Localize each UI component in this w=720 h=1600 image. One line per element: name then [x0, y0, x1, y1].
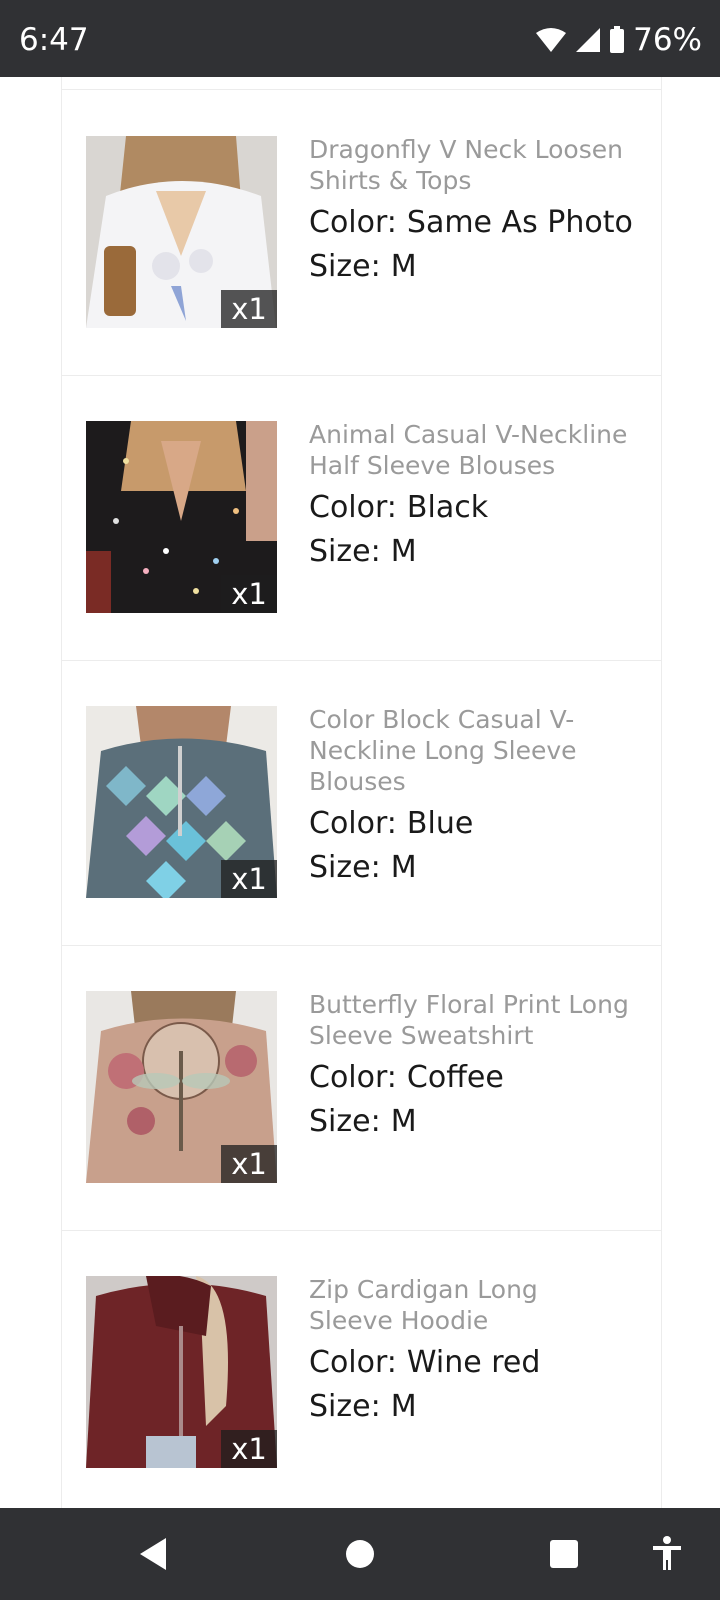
size-value: M — [390, 1389, 417, 1424]
color-row: Color: Coffee — [309, 1061, 629, 1095]
quantity-badge: x1 — [221, 860, 277, 898]
list-item[interactable]: x1 Butterfly Floral Print Long Sleeve Sw… — [62, 945, 661, 1231]
color-label: Color: — [309, 205, 397, 240]
size-row: Size: M — [309, 250, 629, 284]
accessibility-icon — [653, 1536, 681, 1570]
size-label: Size: — [309, 1389, 381, 1424]
recents-button[interactable] — [529, 1508, 599, 1600]
item-info: Animal Casual V-Neckline Half Sleeve Blo… — [309, 419, 629, 569]
size-label: Size: — [309, 249, 381, 284]
product-image[interactable]: x1 — [86, 991, 277, 1183]
product-image[interactable]: x1 — [86, 421, 277, 613]
color-row: Color: Blue — [309, 807, 629, 841]
size-row: Size: M — [309, 1105, 629, 1139]
product-image[interactable]: x1 — [86, 1276, 277, 1468]
color-label: Color: — [309, 1345, 397, 1380]
quantity-badge: x1 — [221, 575, 277, 613]
item-info: Color Block Casual V-Neckline Long Sleev… — [309, 704, 629, 885]
quantity-badge: x1 — [221, 1145, 277, 1183]
signal-icon — [576, 28, 601, 52]
product-image[interactable]: x1 — [86, 706, 277, 898]
size-label: Size: — [309, 1104, 381, 1139]
size-label: Size: — [309, 534, 381, 569]
list-item[interactable]: x1 Color Block Casual V-Neckline Long Sl… — [62, 660, 661, 946]
battery-icon — [610, 26, 625, 53]
order-items-list[interactable]: x1 Dragonfly V Neck Loosen Shirts & Tops… — [0, 77, 720, 1508]
size-value: M — [390, 249, 417, 284]
color-row: Color: Wine red — [309, 1346, 629, 1380]
back-icon — [140, 1538, 166, 1570]
status-bar: 6:47 76% — [0, 0, 720, 77]
color-label: Color: — [309, 1060, 397, 1095]
color-value: Black — [406, 490, 489, 525]
item-info: Dragonfly V Neck Loosen Shirts & Tops Co… — [309, 134, 633, 284]
color-value: Wine red — [406, 1345, 541, 1380]
product-name[interactable]: Animal Casual V-Neckline Half Sleeve Blo… — [309, 419, 629, 481]
list-item[interactable]: x1 Zip Cardigan Long Sleeve Hoodie Color… — [62, 1230, 661, 1508]
size-value: M — [390, 1104, 417, 1139]
accessibility-button[interactable] — [632, 1508, 702, 1600]
color-label: Color: — [309, 806, 397, 841]
item-info: Zip Cardigan Long Sleeve Hoodie Color: Wi… — [309, 1274, 629, 1424]
size-value: M — [390, 850, 417, 885]
battery-percent: 76% — [633, 22, 702, 58]
color-label: Color: — [309, 490, 397, 525]
color-value: Same As Photo — [406, 205, 633, 240]
color-row: Color: Same As Photo — [309, 205, 633, 240]
order-card: x1 Dragonfly V Neck Loosen Shirts & Tops… — [61, 77, 662, 1508]
color-value: Coffee — [406, 1060, 504, 1095]
product-image[interactable]: x1 — [86, 136, 277, 328]
size-label: Size: — [309, 850, 381, 885]
product-name[interactable]: Butterfly Floral Print Long Sleeve Sweat… — [309, 989, 629, 1051]
status-icons: 76% — [535, 22, 702, 58]
home-button[interactable] — [325, 1508, 395, 1600]
color-value: Blue — [406, 806, 474, 841]
size-row: Size: M — [309, 535, 629, 569]
back-button[interactable] — [118, 1508, 188, 1600]
home-icon — [346, 1540, 374, 1568]
size-row: Size: M — [309, 851, 629, 885]
list-item[interactable]: x1 Dragonfly V Neck Loosen Shirts & Tops… — [62, 90, 661, 376]
product-name[interactable]: Color Block Casual V-Neckline Long Sleev… — [309, 704, 629, 797]
list-item[interactable]: x1 Animal Casual V-Neckline Half Sleeve … — [62, 375, 661, 661]
navigation-bar — [0, 1508, 720, 1600]
size-value: M — [390, 534, 417, 569]
product-name[interactable]: Dragonfly V Neck Loosen Shirts & Tops — [309, 134, 629, 196]
quantity-badge: x1 — [221, 290, 277, 328]
recents-icon — [550, 1540, 578, 1568]
size-row: Size: M — [309, 1390, 629, 1424]
product-name[interactable]: Zip Cardigan Long Sleeve Hoodie — [309, 1274, 629, 1336]
item-info: Butterfly Floral Print Long Sleeve Sweat… — [309, 989, 629, 1139]
wifi-icon — [536, 28, 567, 52]
status-time: 6:47 — [19, 22, 89, 58]
color-row: Color: Black — [309, 491, 629, 525]
quantity-badge: x1 — [221, 1430, 277, 1468]
